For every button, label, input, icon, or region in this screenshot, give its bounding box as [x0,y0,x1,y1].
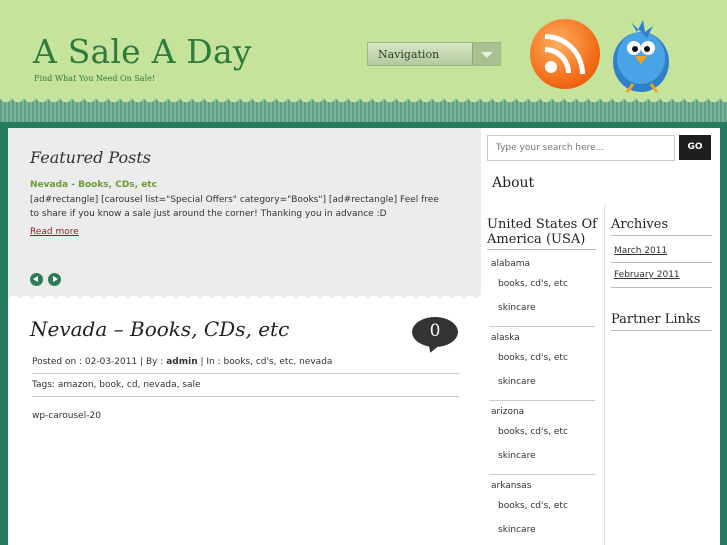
chevron-down-icon [472,43,500,65]
post-meta-categories[interactable]: | In : books, cd's, etc, nevada [198,357,332,367]
comment-count: 0 [429,321,441,341]
state-arizona[interactable]: arizona [491,407,524,417]
search-button[interactable]: GO [679,135,711,160]
post-tags[interactable]: Tags: amazon, book, cd, nevada, sale [32,380,459,397]
navigation-label: Navigation [378,48,440,61]
state-divider [489,326,595,327]
state-alaska[interactable]: alaska [491,333,520,343]
states-widget-rule [487,249,596,250]
state-divider [489,474,595,475]
twitter-bird-icon[interactable] [607,14,675,96]
archives-widget-rule [611,235,712,236]
archive-link-march-2011[interactable]: March 2011 [614,246,667,256]
states-widget-title: United States Of America (USA) [487,217,597,247]
featured-post-title[interactable]: Nevada - Books, CDs, etc [30,180,157,190]
archives-widget-title: Archives [611,217,669,232]
post-title[interactable]: Nevada – Books, CDs, etc [30,317,289,341]
category-link[interactable]: books, cd's, etc [498,427,568,437]
site-tagline: Find What You Need On Sale! [34,74,156,83]
category-link[interactable]: skincare [498,525,536,535]
category-link[interactable]: skincare [498,451,536,461]
featured-scallop [8,292,481,302]
post-meta: Posted on : 02-03-2011 | By : admin | In… [32,357,459,374]
category-link[interactable]: skincare [498,377,536,387]
category-link[interactable]: books, cd's, etc [498,279,568,289]
post-meta-prefix: Posted on : 02-03-2011 | By : [32,357,167,367]
state-arkansas[interactable]: arkansas [491,481,531,491]
category-link[interactable]: books, cd's, etc [498,501,568,511]
rss-icon[interactable] [530,19,600,89]
archive-divider [611,287,712,288]
about-heading: About [492,175,535,191]
search-input[interactable] [487,135,675,161]
prev-arrow-icon[interactable] [30,273,43,286]
post-body: wp-carousel-20 [32,411,101,421]
rss-dot [545,61,557,73]
category-link[interactable]: books, cd's, etc [498,353,568,363]
state-alabama[interactable]: alabama [491,259,530,269]
comment-bubble-icon[interactable]: 0 [412,317,458,347]
sidebar-column-divider [604,205,605,545]
navigation-dropdown[interactable]: Navigation [367,42,501,66]
featured-excerpt: [ad#rectangle] [carousel list="Special O… [30,195,439,219]
post-author-link[interactable]: admin [166,357,197,367]
next-arrow-icon[interactable] [48,273,61,286]
partner-links-rule [611,330,712,331]
state-divider [489,400,595,401]
archive-link-february-2011[interactable]: February 2011 [614,270,680,280]
category-link[interactable]: skincare [498,303,536,313]
read-more-link[interactable]: Read more [30,227,79,237]
archive-divider [611,262,712,263]
site-title[interactable]: A Sale A Day [33,32,252,71]
featured-heading: Featured Posts [30,148,152,167]
partner-links-title: Partner Links [611,312,701,327]
